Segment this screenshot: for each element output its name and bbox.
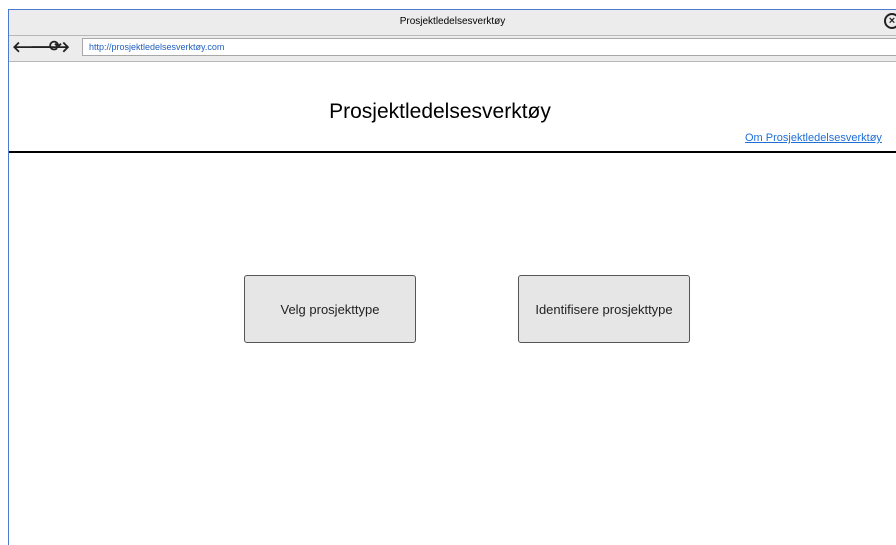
url-input[interactable]: http://prosjektledelsesverktøy.com <box>82 38 896 56</box>
select-project-type-button[interactable]: Velg prosjekttype <box>244 275 416 343</box>
browser-window: Prosjektledelsesverktøy × 🡐 🡒 ⟳ http://p… <box>0 0 896 545</box>
page-title: Prosjektledelsesverktøy <box>329 100 551 123</box>
close-icon[interactable]: × <box>884 13 896 29</box>
page-header: Prosjektledelsesverktøy Om Prosjektledel… <box>9 62 896 153</box>
about-link[interactable]: Om Prosjektledelsesverktøy <box>745 132 882 144</box>
title-bar: Prosjektledelsesverktøy × <box>9 10 896 36</box>
identify-project-type-button[interactable]: Identifisere prosjekttype <box>518 275 690 343</box>
window-title: Prosjektledelsesverktøy <box>399 16 506 27</box>
reload-icon[interactable]: ⟳ <box>49 37 62 57</box>
address-bar: 🡐 🡒 ⟳ http://prosjektledelsesverktøy.com <box>9 36 896 62</box>
